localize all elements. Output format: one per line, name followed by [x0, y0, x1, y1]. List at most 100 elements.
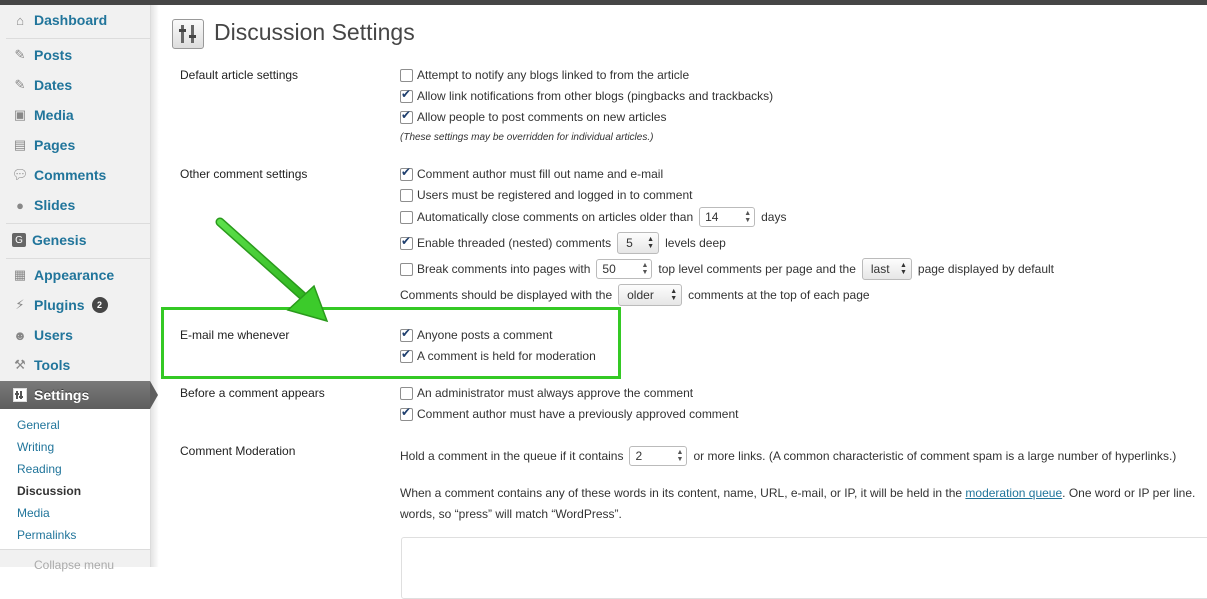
stepper-icon[interactable]: ▲ ▼ — [641, 262, 648, 276]
max-links-input[interactable]: 2 ▲ ▼ — [629, 446, 688, 466]
option-label: Automatically close comments on articles… — [417, 210, 694, 224]
users-icon: ☻ — [13, 327, 27, 343]
comment-icon: 💬︎ — [11, 167, 29, 182]
option-label: Allow link notifications from other blog… — [417, 89, 774, 103]
sidebar-item-slides[interactable]: ● Slides — [6, 191, 150, 219]
option-require-registration[interactable]: Users must be registered and logged in t… — [400, 188, 692, 202]
plugin-update-count-badge: 2 — [91, 297, 108, 313]
circle-icon: ● — [16, 197, 24, 213]
option-label-suffix: days — [761, 210, 787, 224]
option-threaded-comments[interactable]: Enable threaded (nested) comments 5 ▲▼ l… — [400, 232, 726, 254]
option-label: Break comments into pages with — [417, 262, 591, 276]
option-label: Comment author must fill out name and e-… — [417, 167, 664, 181]
other-comment-settings-label: Other comment settings — [180, 167, 308, 181]
sidebar-item-label: Plugins — [34, 297, 85, 313]
option-label: Users must be registered and logged in t… — [417, 188, 693, 202]
option-label-suffix: page displayed by default — [917, 262, 1054, 276]
menu-separator — [6, 38, 150, 39]
sidebar-item-users[interactable]: ☻ Users — [6, 321, 150, 349]
sidebar-shadow — [151, 5, 159, 567]
settings-icon — [12, 387, 28, 403]
checkbox[interactable] — [400, 262, 413, 276]
sidebar-item-comments[interactable]: 💬︎ Comments — [6, 161, 150, 189]
option-label-suffix: comments at the top of each page — [688, 288, 870, 302]
sidebar-item-label: Posts — [34, 47, 73, 63]
option-label: Comment author must have a previously ap… — [417, 407, 739, 421]
menu-separator — [6, 223, 150, 224]
option-label: Enable threaded (nested) comments — [417, 236, 612, 250]
description-text-suffix: . One word or IP per line. — [1062, 486, 1196, 500]
option-admin-must-approve[interactable]: An administrator must always approve the… — [400, 386, 693, 400]
option-break-into-pages[interactable]: Break comments into pages with 50 ▲ ▼ top… — [400, 258, 1054, 280]
option-label: Attempt to notify any blogs linked to fr… — [417, 68, 690, 82]
sidebar-item-pages[interactable]: ▤ Pages — [6, 131, 150, 159]
input-value: 14 — [705, 210, 719, 224]
sidebar-item-settings[interactable]: Settings — [0, 381, 150, 409]
comments-per-page-input[interactable]: 50 ▲ ▼ — [596, 259, 653, 279]
sidebar-item-label: Dashboard — [34, 12, 108, 28]
description-text: When a comment contains any of these wor… — [400, 486, 963, 500]
option-label: Comments should be displayed with the — [400, 288, 613, 302]
moderation-keys-textarea[interactable] — [401, 537, 1207, 599]
moderation-words-description-line2: words, so “press” will match “WordPress”… — [400, 507, 622, 521]
home-icon: ⌂ — [16, 12, 24, 28]
appearance-icon: ▦ — [13, 267, 27, 282]
option-allow-comments[interactable]: Allow people to post comments on new art… — [400, 108, 667, 124]
checkbox[interactable] — [400, 68, 413, 82]
checkbox[interactable] — [400, 405, 413, 421]
submenu-discussion[interactable]: Discussion — [17, 484, 81, 498]
sidebar-item-plugins[interactable]: ⚡︎ Plugins 2 — [6, 291, 150, 319]
sidebar-item-label: Media — [34, 107, 74, 123]
option-auto-close-comments[interactable]: Automatically close comments on articles… — [400, 207, 786, 227]
close-days-input[interactable]: 14 ▲ ▼ — [699, 207, 756, 227]
select-arrows-icon: ▲ ▼ — [647, 236, 655, 250]
media-icon: ▣ — [13, 107, 27, 122]
sidebar-item-tools[interactable]: ⚒ Tools — [6, 351, 150, 379]
hold-label: Hold a comment in the queue if it contai… — [400, 449, 624, 463]
select-value: older — [627, 288, 654, 302]
moderation-queue-link[interactable]: moderation queue — [965, 486, 1062, 500]
option-label-suffix: levels deep — [665, 236, 726, 250]
sidebar-item-posts[interactable]: ✎ Posts — [6, 41, 150, 69]
plug-icon: ⚡︎ — [15, 297, 25, 312]
checkbox[interactable] — [400, 386, 413, 400]
default-article-settings-label: Default article settings — [180, 68, 299, 82]
sidebar-item-dates[interactable]: ✎ Dates — [6, 71, 150, 99]
sidebar-item-label: Users — [34, 327, 73, 343]
checkbox[interactable] — [400, 165, 413, 181]
option-comment-order: Comments should be displayed with the ol… — [400, 284, 870, 306]
checkbox[interactable] — [400, 87, 413, 103]
sidebar-item-genesis[interactable]: G Genesis — [6, 226, 150, 254]
checkbox[interactable] — [400, 188, 413, 202]
sidebar-item-appearance[interactable]: ▦ Appearance — [6, 261, 150, 289]
settings-submenu: General Writing Reading Discussion Media… — [0, 409, 150, 550]
option-allow-link-notifications[interactable]: Allow link notifications from other blog… — [400, 87, 774, 103]
comment-order-select[interactable]: older ▲ ▼ — [618, 284, 683, 306]
submenu-permalinks[interactable]: Permalinks — [17, 528, 76, 542]
stepper-icon[interactable]: ▲ ▼ — [744, 210, 751, 224]
sidebar-item-label: Pages — [34, 137, 76, 153]
checkbox[interactable] — [400, 234, 413, 250]
option-label: An administrator must always approve the… — [417, 386, 694, 400]
checkbox[interactable] — [400, 210, 413, 224]
active-menu-pointer — [150, 381, 158, 409]
pages-icon: ▤ — [13, 137, 27, 152]
sidebar-item-label: Appearance — [34, 267, 115, 283]
default-page-select[interactable]: last ▲ ▼ — [861, 258, 912, 280]
hold-label-suffix: or more links. (A common characteristic … — [693, 449, 1177, 463]
checkbox[interactable] — [400, 108, 413, 124]
submenu-general[interactable]: General — [17, 418, 60, 432]
option-notify-linked-blogs[interactable]: Attempt to notify any blogs linked to fr… — [400, 68, 689, 82]
submenu-reading[interactable]: Reading — [17, 462, 62, 476]
thread-depth-select[interactable]: 5 ▲ ▼ — [617, 232, 660, 254]
override-note: (These settings may be overridden for in… — [400, 132, 654, 143]
sidebar-item-media[interactable]: ▣ Media — [6, 101, 150, 129]
submenu-media[interactable]: Media — [17, 506, 50, 520]
option-previously-approved[interactable]: Comment author must have a previously ap… — [400, 405, 739, 421]
submenu-writing[interactable]: Writing — [17, 440, 54, 454]
sidebar-item-dashboard[interactable]: ⌂ Dashboard — [6, 6, 150, 34]
option-require-name-email[interactable]: Comment author must fill out name and e-… — [400, 165, 664, 181]
stepper-icon[interactable]: ▲ ▼ — [677, 449, 684, 463]
option-label: Allow people to post comments on new art… — [417, 110, 667, 124]
collapse-menu-button[interactable]: Collapse menu — [34, 558, 114, 572]
